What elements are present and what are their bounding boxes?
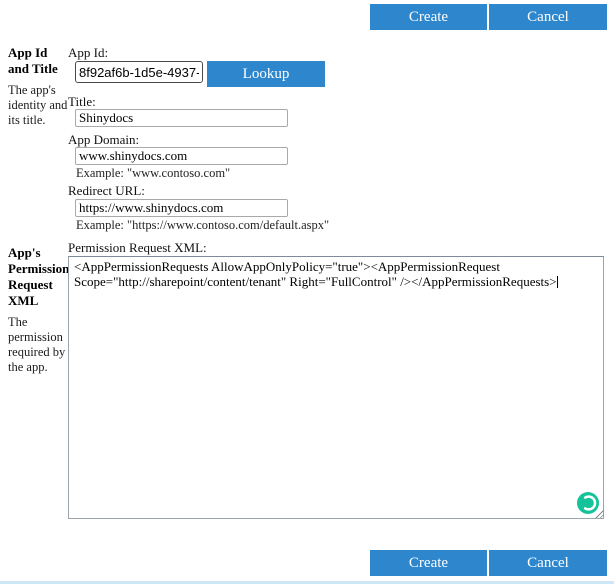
permission-xml-textarea[interactable]: <AppPermissionRequests AllowAppOnlyPolic… xyxy=(68,256,604,519)
redirect-url-input[interactable] xyxy=(75,199,288,217)
redirect-url-label: Redirect URL: xyxy=(68,183,145,199)
sidebar-section-app-id: App Id and Title The app's identity and … xyxy=(8,45,70,128)
redirect-url-example: Example: "https://www.contoso.com/defaul… xyxy=(76,218,329,233)
top-cancel-button[interactable]: Cancel xyxy=(489,4,607,30)
title-label: Title: xyxy=(68,94,96,110)
app-id-label: App Id: xyxy=(68,45,108,61)
title-input[interactable] xyxy=(75,109,288,127)
sidebar-section-heading: App's Permission Request XML xyxy=(8,245,70,309)
app-domain-label: App Domain: xyxy=(68,132,139,148)
app-id-input[interactable] xyxy=(75,61,203,83)
lookup-button[interactable]: Lookup xyxy=(207,61,325,87)
text-caret xyxy=(557,276,558,288)
app-domain-example: Example: "www.contoso.com" xyxy=(76,166,230,181)
grammarly-icon[interactable] xyxy=(577,492,599,514)
sidebar-section-heading: App Id and Title xyxy=(8,45,70,77)
permission-xml-text: <AppPermissionRequests AllowAppOnlyPolic… xyxy=(74,259,557,289)
sidebar-section-permission-xml: App's Permission Request XML The permiss… xyxy=(8,245,70,375)
top-create-button[interactable]: Create xyxy=(370,4,487,30)
permission-xml-label: Permission Request XML: xyxy=(68,240,207,256)
app-registration-page: Create Cancel App Id and Title The app's… xyxy=(0,0,614,584)
app-domain-input[interactable] xyxy=(75,147,288,165)
bottom-cancel-button[interactable]: Cancel xyxy=(489,550,607,576)
sidebar-section-description: The permission required by the app. xyxy=(8,315,70,375)
sidebar-section-description: The app's identity and its title. xyxy=(8,83,70,128)
bottom-create-button[interactable]: Create xyxy=(370,550,487,576)
